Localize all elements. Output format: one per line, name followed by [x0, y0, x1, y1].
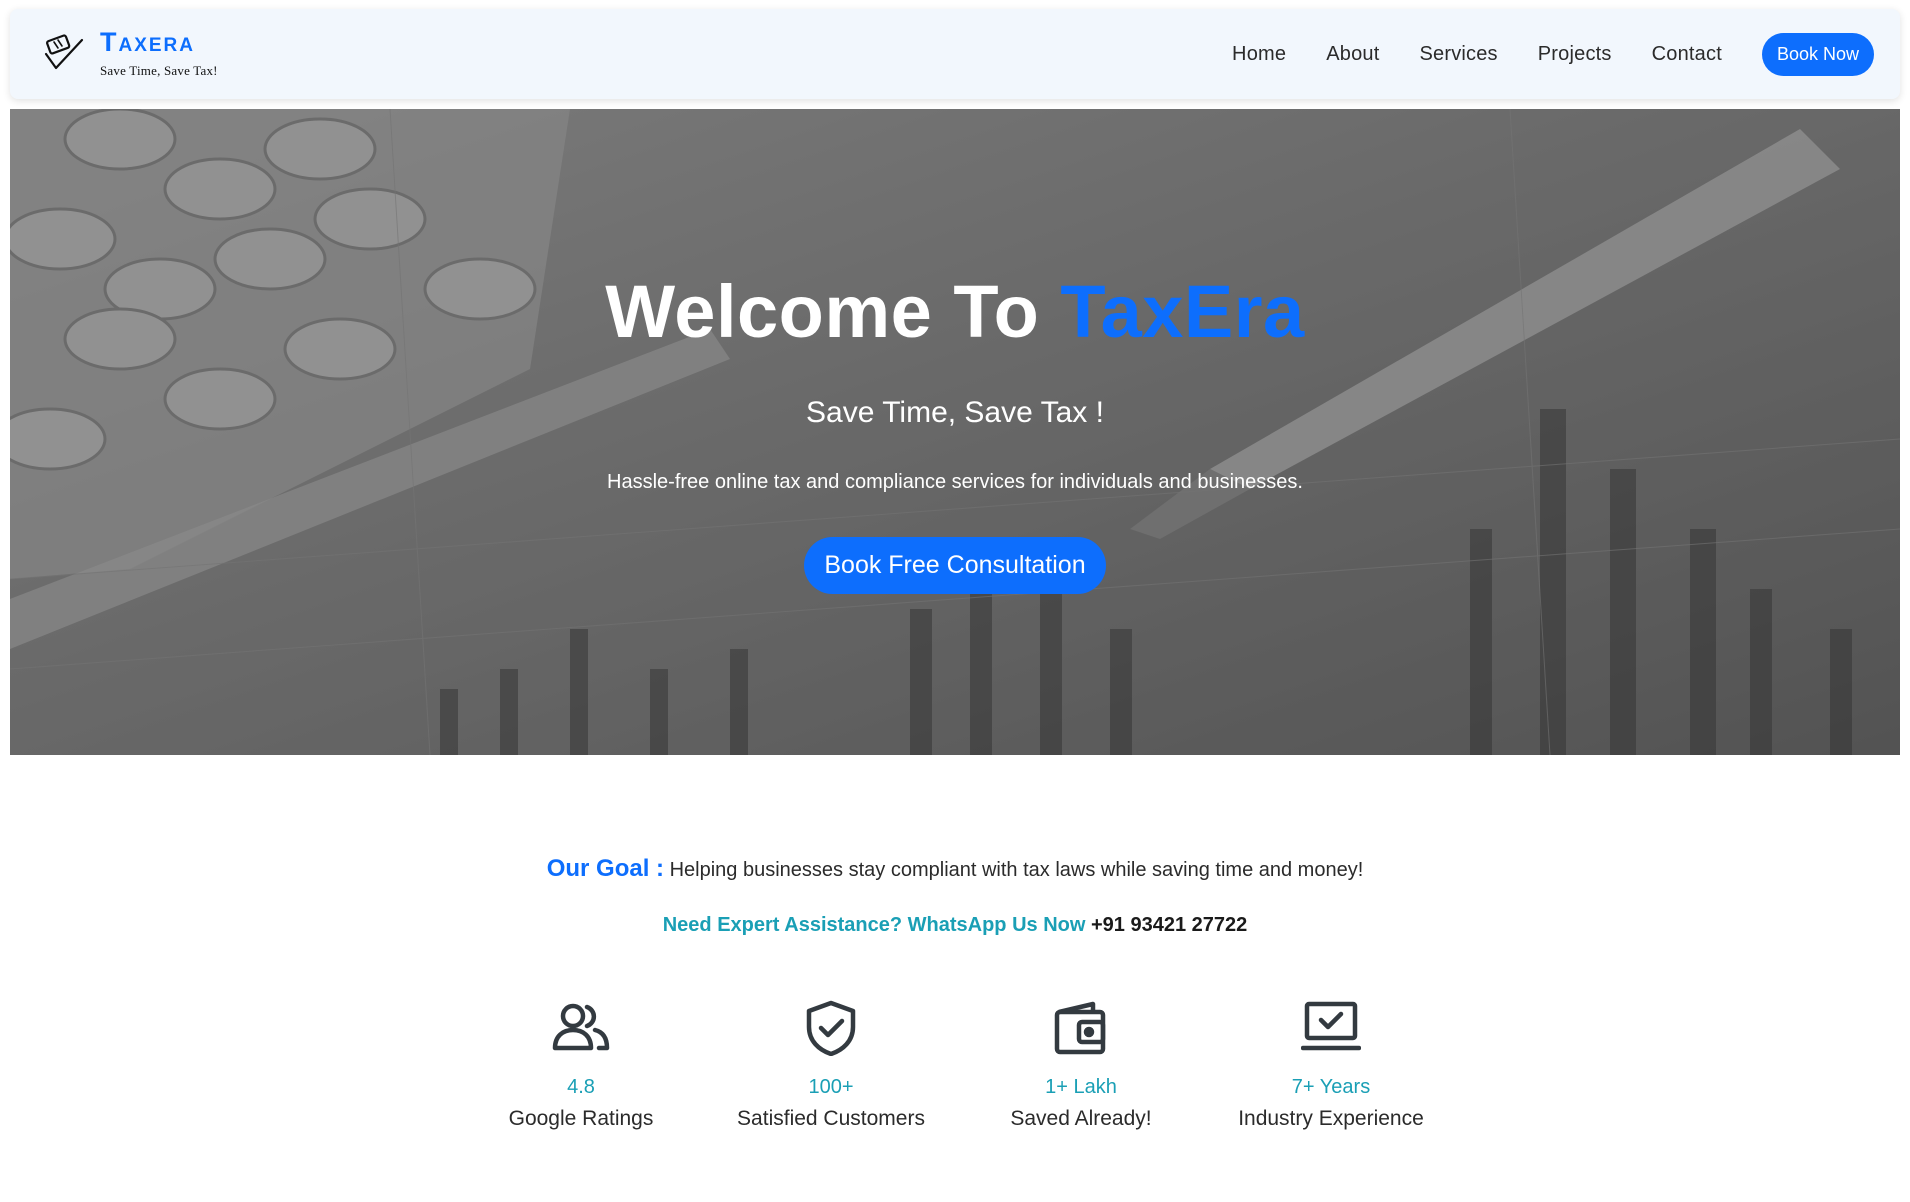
nav-links: Home About Services Projects Contact Boo…	[1232, 32, 1874, 76]
stat-customers: 100+ Satisfied Customers	[711, 1000, 951, 1131]
goal-text: Helping businesses stay compliant with t…	[669, 859, 1364, 881]
nav-projects[interactable]: Projects	[1538, 43, 1612, 66]
stat-ratings: 4.8 Google Ratings	[461, 1000, 701, 1131]
stat-customers-label: Satisfied Customers	[737, 1107, 925, 1130]
hero-title: Welcome To TaxEra	[10, 269, 1900, 354]
navbar: Taxera Save Time, Save Tax! Home About S…	[10, 9, 1900, 99]
hero-content: Welcome To TaxEra Save Time, Save Tax ! …	[10, 109, 1900, 755]
whatsapp-link[interactable]: Need Expert Assistance? WhatsApp Us Now	[663, 914, 1086, 936]
stat-customers-value: 100+	[808, 1076, 854, 1098]
goal-label: Our Goal :	[546, 855, 665, 882]
stat-ratings-label: Google Ratings	[508, 1107, 654, 1130]
nav-home[interactable]: Home	[1232, 43, 1286, 66]
brand-tagline: Save Time, Save Tax!	[100, 63, 218, 78]
nav-about[interactable]: About	[1326, 43, 1379, 66]
shield-check-icon	[806, 1000, 856, 1056]
book-now-button[interactable]: Book Now	[1761, 32, 1874, 76]
hero-subtitle: Save Time, Save Tax !	[806, 396, 1104, 429]
stat-experience-value: 7+ Years	[1291, 1076, 1371, 1098]
assistance-line: Need Expert Assistance? WhatsApp Us Now …	[0, 914, 1910, 937]
phone-number[interactable]: +91 93421 27722	[1091, 914, 1247, 936]
brand[interactable]: Taxera Save Time, Save Tax!	[38, 28, 218, 80]
hero-cta-wrap: Book Free Consultation	[10, 537, 1900, 594]
hero-title-prefix: Welcome To	[605, 270, 1061, 353]
stat-ratings-value: 4.8	[567, 1076, 595, 1098]
hero-section: Welcome To TaxEra Save Time, Save Tax ! …	[10, 109, 1900, 755]
stat-saved-value: 1+ Lakh	[1045, 1076, 1117, 1098]
book-consultation-button[interactable]: Book Free Consultation	[804, 537, 1106, 594]
stat-saved: 1+ Lakh Saved Already!	[961, 1000, 1201, 1131]
wallet-icon	[1054, 1001, 1106, 1055]
brand-name: Taxera	[100, 27, 196, 57]
logo-icon	[44, 34, 84, 70]
hero-title-accent: TaxEra	[1060, 270, 1305, 353]
nav-services[interactable]: Services	[1419, 43, 1497, 66]
goal-statement: Our Goal : Helping businesses stay compl…	[0, 855, 1910, 883]
stat-experience: 7+ Years Industry Experience	[1211, 1000, 1451, 1131]
users-icon	[552, 1003, 610, 1051]
stat-saved-label: Saved Already!	[1010, 1107, 1152, 1130]
hero-description: Hassle-free online tax and compliance se…	[607, 471, 1303, 493]
stat-experience-label: Industry Experience	[1238, 1107, 1424, 1130]
nav-contact[interactable]: Contact	[1652, 43, 1722, 66]
laptop-check-icon	[1301, 1001, 1361, 1051]
